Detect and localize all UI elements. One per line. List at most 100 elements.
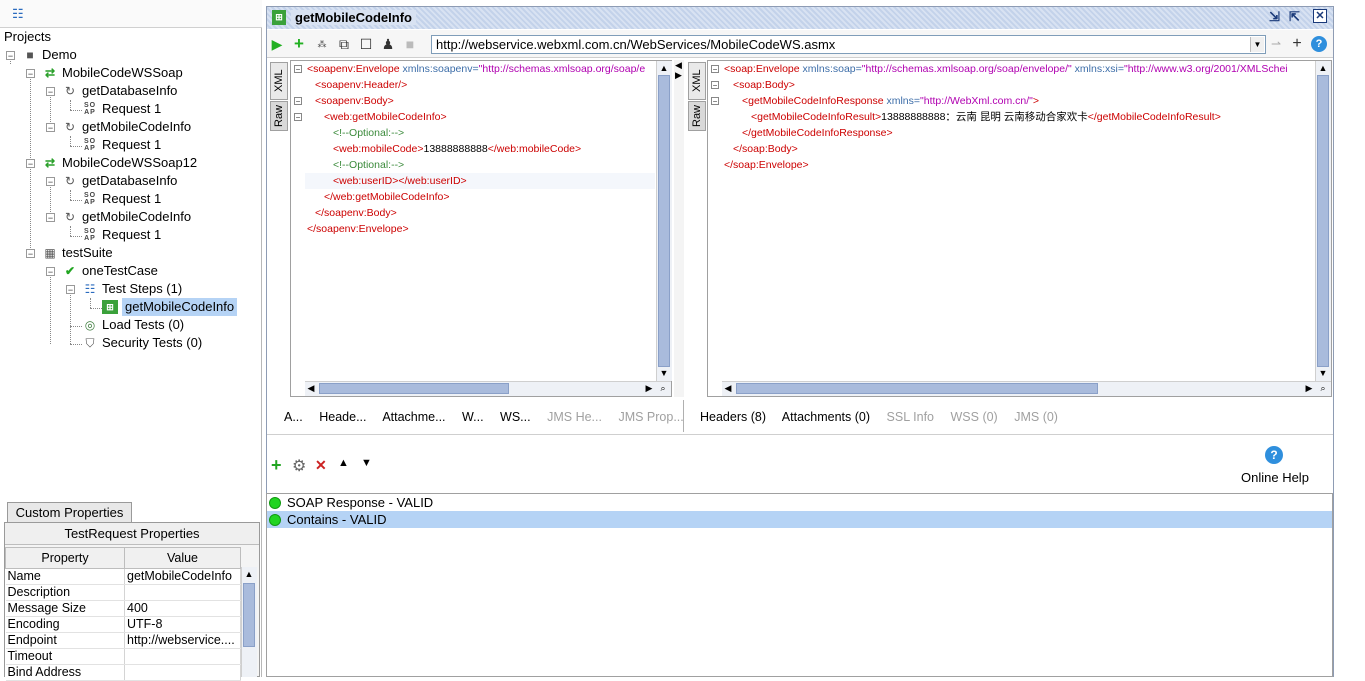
close-icon[interactable]: ✕ [1313, 9, 1327, 23]
tree-item-request[interactable]: SO AP Request 1 [82, 136, 161, 154]
table-row[interactable]: Encoding UTF-8 [5, 616, 241, 633]
tab-view-icon[interactable]: ☐ [358, 36, 374, 52]
scroll-left-icon[interactable]: ◀ [722, 382, 734, 394]
scroll-right-icon[interactable]: ▶ [643, 382, 655, 394]
response-horizontal-scrollbar[interactable]: ◀ ▶ ⌕ [722, 381, 1331, 396]
endpoint-combobox[interactable]: http://webservice.webxml.com.cn/WebServi… [431, 35, 1266, 54]
tab-request-xml[interactable]: XML [270, 62, 288, 100]
tree-item-interface[interactable]: ⇄ MobileCodeWSSoap12 [42, 154, 197, 172]
tree-item-securitytests[interactable]: ⛉ Security Tests (0) [82, 334, 202, 352]
scroll-thumb[interactable] [1317, 75, 1329, 367]
tree-item-request[interactable]: SO AP Request 1 [82, 100, 161, 118]
scroll-thumb[interactable] [243, 583, 255, 647]
delete-assertion-icon[interactable]: ✕ [315, 457, 327, 474]
column-header-property[interactable]: Property [5, 547, 125, 569]
collapse-toggle[interactable]: − [6, 51, 15, 61]
tree-item-operation[interactable]: ↻ getMobileCodeInfo [62, 208, 191, 226]
pane-splitter[interactable]: ◀ ▶ [674, 60, 684, 397]
tree-item-testsuite[interactable]: ▦ testSuite [42, 244, 112, 262]
online-help-link[interactable]: Online Help [1241, 470, 1309, 485]
scroll-up-icon[interactable]: ▲ [1317, 62, 1329, 74]
tree-view-icon[interactable]: ☷ [12, 7, 28, 20]
fold-toggle[interactable]: − [294, 65, 302, 74]
fold-toggle[interactable]: − [294, 97, 302, 106]
gear-icon[interactable]: ⚙ [292, 456, 306, 476]
fold-toggle[interactable]: − [711, 81, 719, 90]
add-assertion-icon[interactable]: + [271, 455, 282, 476]
collapse-toggle[interactable]: − [26, 69, 35, 79]
move-down-icon[interactable]: ▼ [361, 457, 372, 469]
assertion-row-selected[interactable]: Contains - VALID [267, 511, 1332, 528]
edit-endpoint-icon[interactable]: ⇀ [1268, 36, 1284, 52]
tree-item-loadtests[interactable]: ◎ Load Tests (0) [82, 316, 184, 334]
split-view-icon[interactable]: ⧉ [336, 36, 352, 52]
zoom-icon[interactable]: ⌕ [657, 382, 669, 394]
tree-item-request[interactable]: SO AP Request 1 [82, 190, 161, 208]
tree-item-interface[interactable]: ⇄ MobileCodeWSSoap [42, 64, 183, 82]
tab-response-xml[interactable]: XML [688, 62, 706, 100]
format-icon[interactable]: ⁂ [314, 36, 330, 52]
scroll-thumb[interactable] [658, 75, 670, 367]
tab-wsa[interactable]: W... [462, 410, 484, 424]
tree-item-operation[interactable]: ↻ getDatabaseInfo [62, 172, 177, 190]
tab-custom-properties[interactable]: Custom Properties [7, 502, 132, 522]
tree-item-operation[interactable]: ↻ getMobileCodeInfo [62, 118, 191, 136]
tree-item-request[interactable]: SO AP Request 1 [82, 226, 161, 244]
move-up-icon[interactable]: ▲ [338, 457, 349, 469]
collapse-toggle[interactable]: − [26, 249, 35, 259]
collapse-toggle[interactable]: − [46, 267, 55, 277]
scroll-up-icon[interactable]: ▲ [658, 62, 670, 74]
tab-wss[interactable]: WS... [500, 410, 531, 424]
collapse-toggle[interactable]: − [46, 213, 55, 223]
table-row[interactable]: Endpoint http://webservice.... [5, 632, 241, 649]
column-header-value[interactable]: Value [124, 547, 241, 569]
fold-toggle[interactable]: − [711, 65, 719, 74]
scroll-right-icon[interactable]: ▶ [1303, 382, 1315, 394]
tab-attachments[interactable]: Attachme... [382, 410, 445, 424]
request-vertical-scrollbar[interactable]: ▲ ▼ [656, 61, 672, 381]
tab-response-raw[interactable]: Raw [688, 101, 706, 131]
table-row[interactable]: Description [5, 584, 241, 601]
add-endpoint-icon[interactable]: + [1289, 36, 1305, 52]
scroll-left-icon[interactable]: ◀ [305, 382, 317, 394]
tree-item-teststep-selected[interactable]: ⊞ getMobileCodeInfo [102, 298, 238, 316]
tab-response-attachments[interactable]: Attachments (0) [782, 410, 870, 424]
request-horizontal-scrollbar[interactable]: ◀ ▶ ⌕ [305, 381, 671, 396]
tab-headers[interactable]: Heade... [319, 410, 366, 424]
tree-item-operation[interactable]: ↻ getDatabaseInfo [62, 82, 177, 100]
add-icon[interactable]: + [291, 35, 307, 52]
assertion-row[interactable]: SOAP Response - VALID [267, 494, 1332, 511]
tab-auth[interactable]: A... [284, 410, 303, 424]
tree-item-teststeps[interactable]: ☷ Test Steps (1) [82, 280, 183, 298]
collapse-toggle[interactable]: − [46, 177, 55, 187]
scroll-thumb[interactable] [319, 383, 509, 394]
zoom-icon[interactable]: ⌕ [1317, 382, 1329, 394]
maximize-icon[interactable]: ⇱ [1289, 9, 1300, 25]
response-vertical-scrollbar[interactable]: ▲ ▼ [1315, 61, 1331, 381]
tab-response-headers[interactable]: Headers (8) [700, 410, 766, 424]
editor-titlebar[interactable]: ⊞ getMobileCodeInfo ⇲ ⇱ ✕ [267, 7, 1333, 29]
help-icon[interactable]: ? [1265, 446, 1283, 464]
restore-icon[interactable]: ⇲ [1269, 9, 1280, 25]
collapse-right-icon[interactable]: ▶ [675, 70, 682, 81]
projects-root[interactable]: Projects [4, 28, 51, 46]
scroll-down-icon[interactable]: ▼ [658, 367, 670, 379]
collapse-toggle[interactable]: − [26, 159, 35, 169]
fold-toggle[interactable]: − [294, 113, 302, 122]
chevron-down-icon[interactable]: ▼ [1250, 37, 1264, 52]
table-row[interactable]: Timeout [5, 648, 241, 665]
scroll-down-icon[interactable]: ▼ [1317, 367, 1329, 379]
help-icon[interactable]: ? [1311, 36, 1327, 52]
tree-item-demo[interactable]: ■ Demo [22, 46, 76, 64]
collapse-toggle[interactable]: − [46, 87, 55, 97]
scroll-thumb[interactable] [736, 383, 1098, 394]
tab-request-raw[interactable]: Raw [270, 101, 288, 131]
run-icon[interactable]: ▶ [269, 36, 285, 52]
collapse-toggle[interactable]: − [66, 285, 75, 295]
auth-icon[interactable]: ♟ [380, 36, 396, 52]
properties-scrollbar[interactable]: ▲ [241, 567, 257, 677]
table-row[interactable]: Bind Address [5, 664, 241, 681]
fold-toggle[interactable]: − [711, 97, 719, 106]
scroll-up-icon[interactable]: ▲ [243, 568, 255, 580]
table-row[interactable]: Message Size 400 [5, 600, 241, 617]
